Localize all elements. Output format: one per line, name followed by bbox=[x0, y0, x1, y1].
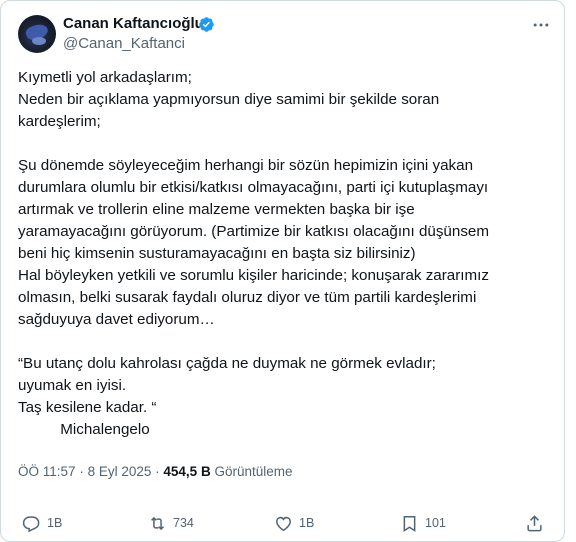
share-icon bbox=[527, 514, 542, 531]
repost-icon bbox=[151, 516, 164, 530]
views-label: Görüntüleme bbox=[214, 464, 293, 479]
tweet-text: Kıymetli yol arkadaşlarım; Neden bir açı… bbox=[18, 67, 543, 441]
repost-button[interactable]: 734 bbox=[148, 508, 194, 538]
bookmark-count: 101 bbox=[425, 516, 446, 530]
share-button[interactable] bbox=[525, 508, 550, 538]
meta-separator: · bbox=[79, 464, 84, 479]
meta-separator-2: · bbox=[155, 464, 160, 479]
like-button[interactable]: 1B bbox=[274, 508, 314, 538]
author-handle[interactable]: @Canan_Kaftanci bbox=[63, 35, 185, 52]
like-count: 1B bbox=[299, 516, 315, 530]
tweet-paragraph-3: “Bu utanç dolu kahrolası çağda ne duymak… bbox=[18, 355, 436, 438]
views-count: 454,5 B bbox=[163, 464, 211, 479]
bookmark-button[interactable]: 101 bbox=[400, 508, 446, 538]
reply-button[interactable]: 1B bbox=[22, 508, 62, 538]
repost-count: 734 bbox=[173, 516, 194, 530]
reply-icon bbox=[22, 515, 40, 532]
author-name[interactable]: Canan Kaftancıoğlu bbox=[63, 15, 204, 32]
bookmark-icon bbox=[403, 515, 416, 532]
action-bar: 1B 734 1B 101 bbox=[1, 508, 566, 538]
more-icon[interactable] bbox=[531, 15, 551, 35]
tweet-date[interactable]: 8 Eyl 2025 bbox=[88, 464, 152, 479]
tweet-card: Canan Kaftancıoğlu @Canan_Kaftanci Kıyme… bbox=[0, 0, 565, 542]
like-icon bbox=[276, 516, 291, 531]
tweet-meta: ÖÖ 11:57 · 8 Eyl 2025 · 454,5 B Görüntül… bbox=[18, 464, 293, 479]
tweet-paragraph-2: Şu dönemde söyleyeceğim herhangi bir söz… bbox=[18, 157, 490, 328]
tweet-paragraph-1: Kıymetli yol arkadaşlarım; Neden bir açı… bbox=[18, 69, 440, 130]
avatar[interactable] bbox=[18, 15, 56, 53]
verified-badge-icon bbox=[199, 17, 214, 32]
reply-count: 1B bbox=[47, 516, 63, 530]
tweet-time[interactable]: ÖÖ 11:57 bbox=[18, 464, 76, 479]
